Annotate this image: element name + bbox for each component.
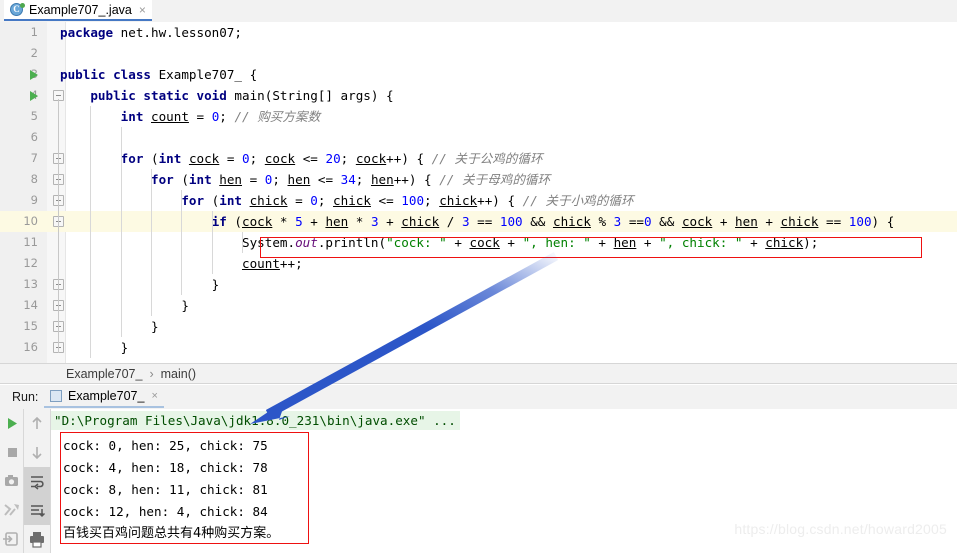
line-number: 5 [30, 109, 38, 123]
code-text: for (int chick = 0; chick <= 100; chick+… [181, 193, 634, 208]
code-text: } [60, 298, 189, 313]
stop-button[interactable] [0, 438, 23, 467]
scroll-down-icon[interactable] [24, 438, 50, 467]
code-line: 12 count++; [0, 253, 957, 274]
editor-tab-label: Example707_.java [29, 2, 132, 17]
line-number: 10 [23, 214, 38, 228]
code-line: 14 } [0, 295, 957, 316]
indent-guide [242, 232, 243, 253]
line-number: 14 [23, 298, 38, 312]
line-number: 13 [23, 277, 38, 291]
indent-guide [212, 211, 213, 274]
code-line: 13 } [0, 274, 957, 295]
breadcrumb-method[interactable]: main() [161, 367, 196, 381]
run-panel-label: Run: [12, 390, 39, 404]
run-toolbar-primary [0, 409, 24, 553]
console-input-icon[interactable] [0, 525, 23, 554]
run-panel-header: Run: Example707_ × [0, 385, 957, 410]
scroll-to-end-icon[interactable] [24, 496, 50, 525]
line-number: 16 [23, 340, 38, 354]
line-number: 1 [30, 25, 38, 39]
console-command-line: "D:\Program Files\Java\jdk1.8.0_231\bin\… [51, 411, 460, 430]
code-lines: 1 package net.hw.lesson07; 2 3 public class … [0, 22, 957, 363]
code-line: 2 [0, 43, 957, 64]
code-text: for (int cock = 0; cock <= 20; cock++) {… [120, 151, 543, 166]
code-line: 15 } [0, 316, 957, 337]
code-line: 1 package net.hw.lesson07; [0, 22, 957, 43]
code-line: 16 } [0, 337, 957, 358]
watermark: https://blog.csdn.net/howard2005 [734, 521, 947, 537]
breadcrumb: Example707_ › main() [0, 363, 957, 384]
console-line: cock: 4, hen: 18, chick: 78 [63, 460, 268, 475]
line-number: 8 [30, 172, 38, 186]
thread-dump-icon[interactable] [0, 496, 23, 525]
code-text: } [60, 277, 220, 292]
run-config-icon [50, 389, 62, 402]
line-number: 2 [30, 46, 38, 60]
code-editor[interactable]: 1 package net.hw.lesson07; 2 3 public class … [0, 22, 957, 363]
code-text: for (int hen = 0; hen <= 34; hen++) { //… [151, 172, 551, 187]
indent-guide [121, 127, 122, 337]
code-text: public class Example707_ { [60, 67, 258, 82]
indent-guide [181, 190, 182, 295]
close-icon[interactable]: × [139, 4, 146, 16]
code-line: 11 System.out.println("cock: " + cock + … [0, 232, 957, 253]
print-icon[interactable] [24, 525, 50, 554]
code-text: package net.hw.lesson07; [60, 25, 242, 40]
code-text: public static void main(String[] args) { [90, 88, 394, 103]
run-toolbar-secondary [24, 409, 51, 553]
line-number: 6 [30, 130, 38, 144]
line-number: 7 [30, 151, 38, 165]
code-line: 3 public class Example707_ { [0, 64, 957, 85]
run-gutter-icon[interactable] [30, 91, 38, 101]
code-text: } [60, 319, 159, 334]
code-text: int count = 0; // 购买方案数 [120, 109, 321, 124]
code-line: 10 if (cock * 5 + hen * 3 + chick / 3 ==… [0, 211, 957, 232]
rerun-button[interactable] [0, 409, 23, 438]
close-icon[interactable]: × [151, 390, 157, 402]
java-class-icon: C [10, 2, 25, 17]
code-line: 9 for (int chick = 0; chick <= 100; chic… [0, 190, 957, 211]
code-line: 5 int count = 0; // 购买方案数 [0, 106, 957, 127]
code-text: if (cock * 5 + hen * 3 + chick / 3 == 10… [211, 214, 895, 229]
code-text: } [60, 340, 129, 355]
line-number: 15 [23, 319, 38, 333]
run-gutter-icon[interactable] [30, 70, 38, 80]
code-line: 8 for (int hen = 0; hen <= 34; hen++) { … [0, 169, 957, 190]
code-line: 4 public static void main(String[] args)… [0, 85, 957, 106]
code-line: 6 [0, 127, 957, 148]
console-line: cock: 8, hen: 11, chick: 81 [63, 482, 268, 497]
breadcrumb-class[interactable]: Example707_ [66, 367, 142, 381]
soft-wrap-icon[interactable] [24, 467, 50, 496]
camera-icon[interactable] [0, 467, 23, 496]
scroll-up-icon[interactable] [24, 409, 50, 438]
breadcrumb-separator-icon: › [149, 366, 154, 381]
code-line: 7 for (int cock = 0; cock <= 20; cock++)… [0, 148, 957, 169]
indent-guide [90, 106, 91, 358]
line-number: 11 [23, 235, 38, 249]
console-summary-line: 百钱买百鸡问题总共有4种购买方案。 [63, 526, 280, 541]
ide-window: C Example707_.java × 1 package net.hw.les… [0, 0, 957, 553]
editor-tab-example707[interactable]: C Example707_.java × [4, 0, 152, 21]
line-number: 12 [23, 256, 38, 270]
run-tab-label: Example707_ [68, 388, 145, 403]
line-number: 9 [30, 193, 38, 207]
fold-connector [58, 99, 59, 353]
run-tab-example707[interactable]: Example707_ × [44, 385, 164, 408]
code-text: System.out.println("cock: " + cock + ", … [241, 235, 819, 250]
indent-guide [151, 169, 152, 316]
editor-tab-bar: C Example707_.java × [0, 0, 957, 23]
console-line: cock: 0, hen: 25, chick: 75 [63, 438, 268, 453]
console-line: cock: 12, hen: 4, chick: 84 [63, 504, 268, 519]
